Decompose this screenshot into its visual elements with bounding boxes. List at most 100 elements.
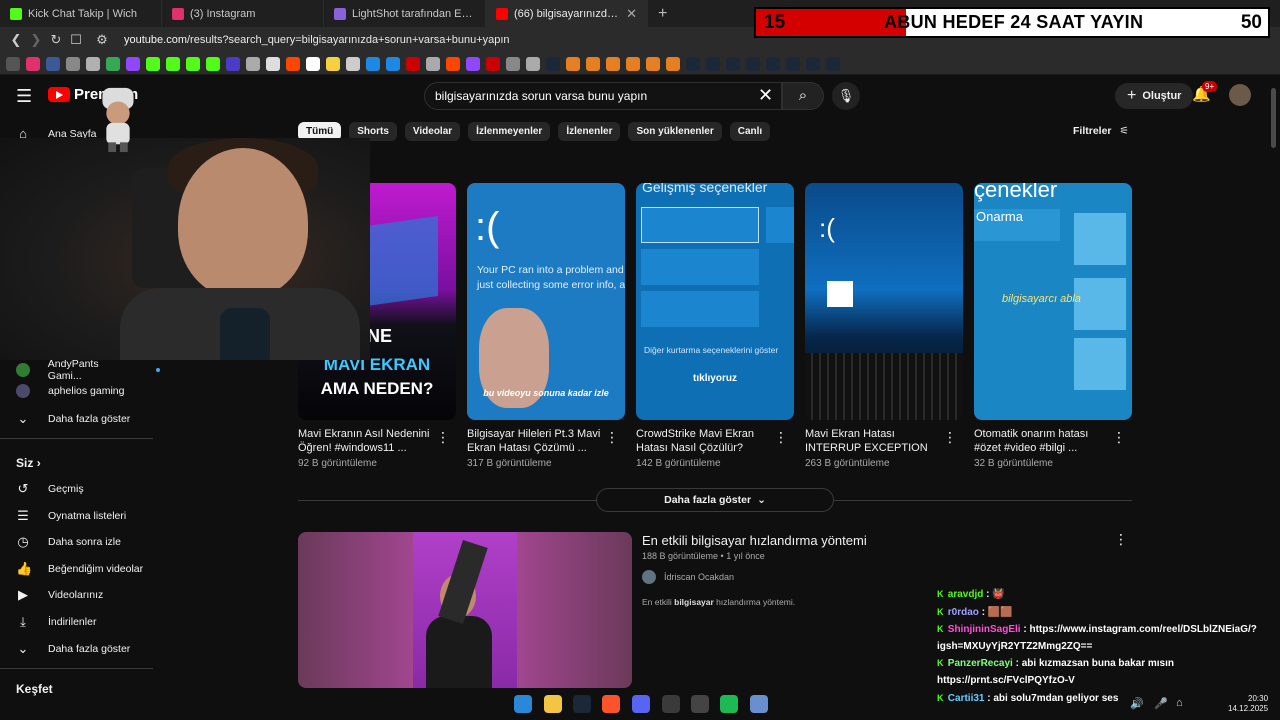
mic-tray-icon[interactable]: 🎤 (1154, 697, 1168, 710)
bookmark-icon[interactable] (106, 56, 120, 71)
account-avatar[interactable] (1229, 84, 1251, 106)
more-options-icon[interactable]: ⋮ (774, 429, 788, 446)
bookmark-icon[interactable]: ☐ (66, 32, 86, 48)
bookmark-icon[interactable] (26, 56, 40, 71)
bookmark-icon[interactable] (6, 56, 20, 71)
close-tab-icon[interactable]: ✕ (626, 6, 637, 22)
voice-search-button[interactable]: 🎙 (832, 82, 860, 110)
site-info-icon[interactable]: ⚙ (92, 32, 112, 48)
steam-icon[interactable] (726, 56, 740, 71)
discord-icon[interactable] (632, 695, 650, 713)
short-thumbnail[interactable]: :( Your PC ran into a problem and just c… (467, 183, 625, 420)
bookmark-icon[interactable] (406, 56, 420, 71)
bookmark-icon[interactable] (186, 56, 200, 71)
steam-icon[interactable] (706, 56, 720, 71)
back-icon[interactable]: ❮ (6, 32, 26, 48)
bookmark-icon[interactable] (586, 56, 600, 71)
page-scrollbar[interactable] (1271, 88, 1276, 148)
sidebar-item-playlists[interactable]: ☰ Oynatma listeleri (16, 508, 126, 524)
notifications-bell-icon[interactable]: 🔔 9+ (1192, 81, 1218, 103)
browser-tab[interactable]: (3) Instagram (162, 0, 324, 27)
short-title[interactable]: Mavi Ekran Hatası INTERRUP EXCEPTION N..… (805, 427, 945, 455)
steam-icon[interactable] (806, 56, 820, 71)
folder-icon[interactable] (526, 56, 540, 71)
app-icon[interactable] (691, 695, 709, 713)
bookmark-icon[interactable] (486, 56, 500, 71)
sidebar-item-liked[interactable]: 👍 Beğendiğim videolar (16, 561, 143, 577)
bookmark-icon[interactable] (626, 56, 640, 71)
bookmark-icon[interactable] (446, 56, 460, 71)
short-card[interactable]: :( Mavi Ekran Hatası INTERRUP EXCEPTION … (805, 183, 963, 469)
speaker-icon[interactable]: 🔊 (1130, 697, 1144, 710)
show-more-subscriptions[interactable]: ⌄ Daha fazla göster (16, 411, 131, 427)
search-button[interactable]: ⌕ (782, 82, 824, 110)
short-thumbnail[interactable]: Gelişmiş seçenekler Diğer kurtarma seçen… (636, 183, 794, 420)
more-options-icon[interactable]: ⋮ (1112, 429, 1126, 446)
steam-icon[interactable] (746, 56, 760, 71)
forward-icon[interactable]: ❯ (26, 32, 46, 48)
short-title[interactable]: Otomatik onarım hatası #özet #video #bil… (974, 427, 1114, 455)
sidebar-item-downloads[interactable]: ⤓ İndirilenler (16, 614, 96, 630)
bookmark-icon[interactable] (206, 56, 220, 71)
url-field[interactable]: youtube.com/results?search_query=bilgisa… (124, 34, 510, 46)
steam-icon[interactable] (686, 56, 700, 71)
you-section-heading[interactable]: Siz › (16, 456, 41, 470)
short-card[interactable]: :( Your PC ran into a problem and just c… (467, 183, 625, 469)
show-more-you[interactable]: ⌄ Daha fazla göster (16, 641, 131, 657)
sidebar-item-your-videos[interactable]: ▶ Videolarınız (16, 587, 103, 603)
bookmark-icon[interactable] (66, 56, 80, 71)
bookmark-icon[interactable] (226, 56, 240, 71)
video-title[interactable]: En etkili bilgisayar hızlandırma yöntemi (642, 533, 867, 548)
browser-tab-active[interactable]: (66) bilgisayarınızda sorun varsa ✕ (486, 0, 648, 27)
sidebar-item-history[interactable]: ↺ Geçmiş (16, 481, 84, 497)
video-thumbnail[interactable] (298, 532, 632, 688)
sidebar-subscription[interactable]: aphelios gaming (16, 384, 124, 398)
new-tab-icon[interactable]: + (648, 5, 677, 23)
more-options-icon[interactable]: ⋮ (605, 429, 619, 446)
sidebar-subscription[interactable]: AndyPants Gami... (16, 358, 160, 382)
video-channel[interactable]: İdriscan Ocakdan (642, 570, 734, 584)
windows-start-icon[interactable] (514, 695, 532, 713)
bookmark-icon[interactable] (426, 56, 440, 71)
steam-icon[interactable] (826, 56, 840, 71)
short-card[interactable]: çenekler Onarma bilgisayarcı abla Otomat… (974, 183, 1132, 469)
bookmark-icon[interactable] (506, 56, 520, 71)
spotify-icon[interactable] (720, 695, 738, 713)
bookmark-icon[interactable] (86, 56, 100, 71)
chip-videos[interactable]: Videolar (404, 122, 461, 141)
short-title[interactable]: Bilgisayar Hileleri Pt.3 Mavi Ekran Hata… (467, 427, 607, 455)
steam-icon[interactable] (573, 695, 591, 713)
short-title[interactable]: Mavi Ekranın Asıl Nedenini Öğren! #windo… (298, 427, 438, 455)
bookmark-icon[interactable] (346, 56, 360, 71)
bookmark-icon[interactable] (246, 56, 260, 71)
bookmark-icon[interactable] (386, 56, 400, 71)
more-options-icon[interactable]: ⋮ (1114, 531, 1128, 548)
search-input[interactable]: bilgisayarınızda sorun varsa bunu yapın (424, 82, 782, 110)
chip-live[interactable]: Canlı (729, 122, 771, 141)
short-card[interactable]: Gelişmiş seçenekler Diğer kurtarma seçen… (636, 183, 794, 469)
browser-tab[interactable]: Kick Chat Takip | Wich (0, 0, 162, 27)
chip-watched[interactable]: İzlenenler (558, 122, 621, 141)
short-thumbnail[interactable]: çenekler Onarma bilgisayarcı abla (974, 183, 1132, 420)
filters-button[interactable]: Filtreler ⚟ (1073, 125, 1129, 137)
bookmark-icon[interactable] (286, 56, 300, 71)
bookmark-icon[interactable] (146, 56, 160, 71)
steam-icon[interactable] (786, 56, 800, 71)
bookmark-icon[interactable] (126, 56, 140, 71)
chip-recent[interactable]: Son yüklenenler (628, 122, 722, 141)
short-title[interactable]: CrowdStrike Mavi Ekran Hatası Nasıl Çözü… (636, 427, 776, 455)
short-thumbnail[interactable]: :( (805, 183, 963, 420)
app-icon[interactable] (750, 695, 768, 713)
brave-browser-icon[interactable] (602, 695, 620, 713)
bookmark-icon[interactable] (326, 56, 340, 71)
bookmark-icon[interactable] (606, 56, 620, 71)
more-options-icon[interactable]: ⋮ (436, 429, 450, 446)
bookmark-icon[interactable] (306, 56, 320, 71)
bookmark-icon[interactable] (666, 56, 680, 71)
reload-icon[interactable]: ↻ (46, 32, 66, 48)
more-options-icon[interactable]: ⋮ (943, 429, 957, 446)
network-icon[interactable]: ⌂ (1176, 697, 1183, 709)
bookmark-icon[interactable] (166, 56, 180, 71)
bookmark-icon[interactable] (266, 56, 280, 71)
show-more-shorts-button[interactable]: Daha fazla göster ⌄ (596, 488, 834, 512)
